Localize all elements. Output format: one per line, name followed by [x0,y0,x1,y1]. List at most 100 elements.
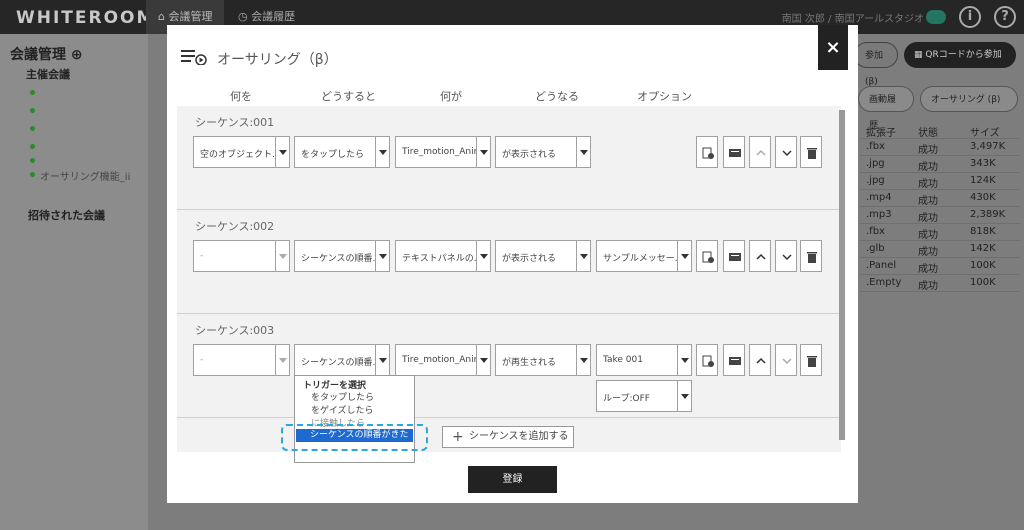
column-header-target: 何が [440,90,462,103]
what-dropdown[interactable]: 空のオブジェクト... [193,136,290,168]
table-row[interactable]: .Panel 成功 100K [860,258,1020,275]
chevron-up-icon [756,357,766,364]
chevron-down-icon [375,345,389,375]
info-icon[interactable]: i [959,6,981,28]
chevron-down-icon [782,358,792,365]
trigger-option[interactable]: をタップしたら [311,390,374,403]
loop-dropdown[interactable]: ループ:OFF [596,380,692,412]
table-row[interactable]: .Empty 成功 100K [860,275,1020,292]
trash-icon [807,252,817,263]
authoring-button[interactable]: オーサリング (β) [920,86,1018,112]
move-up-button[interactable] [749,344,771,376]
trash-icon [807,148,817,159]
move-down-button[interactable] [775,240,797,272]
delete-button[interactable] [800,240,822,272]
media-icon [729,253,741,261]
what-dropdown[interactable]: - [193,344,290,376]
invited-meetings-heading: 招待された会議 [28,209,105,222]
sequence-003: シーケンス:003 - シーケンスの順番... Tire_motion_Anim… [177,314,841,418]
authoring-icon [181,50,207,65]
chevron-down-icon [476,137,490,167]
table-row[interactable]: .jpg 成功 343K [860,156,1020,173]
tab-label: 会議管理 [168,10,213,23]
result-dropdown[interactable]: が再生される [495,344,591,376]
join-button[interactable]: 参加 (β) [854,42,898,87]
result-dropdown[interactable]: が表示される [495,240,591,272]
delete-button[interactable] [800,136,822,168]
table-row[interactable]: .fbx 成功 3,497K [860,139,1020,156]
target-dropdown[interactable]: Tire_motion_Anim... [395,344,491,376]
status-toggle[interactable] [926,10,946,24]
move-down-button[interactable] [775,344,797,376]
qr-join-button[interactable]: ▦ QRコードから参加 [904,42,1016,68]
delete-button[interactable] [800,344,822,376]
add-note-button[interactable] [696,240,718,272]
add-note-button[interactable] [696,344,718,376]
highlight-marker [281,424,428,451]
add-sequence-button[interactable]: + シーケンスを追加する [442,426,574,448]
trigger-option[interactable]: をゲイズしたら [311,403,374,416]
what-dropdown[interactable]: - [193,240,290,272]
app-logo: WHITEROOM [16,8,156,28]
chevron-down-icon [476,241,490,271]
column-header-action: どうすると [321,90,376,103]
close-button[interactable]: × [818,25,848,70]
option-dropdown[interactable]: サンプルメッセー... [596,240,692,272]
chevron-down-icon [782,254,792,261]
user-name: 南国 次郎 / 南国アールスタジオ [781,14,924,25]
chevron-down-icon [275,137,289,167]
sequence-title: シーケンス:003 [195,324,275,337]
sidebar-item-authoring[interactable]: オーサリング機能_ii [29,168,130,183]
sidebar-title: 会議管理 ⊕ [10,47,83,63]
chevron-down-icon [476,345,490,375]
move-up-button[interactable] [749,240,771,272]
table-row[interactable]: .mp3 成功 2,389K [860,207,1020,224]
chevron-up-icon [756,253,766,260]
target-dropdown[interactable]: Tire_motion_Anim... [395,136,491,168]
sequence-002: シーケンス:002 - シーケンスの順番... テキストパネルの... が表示さ… [177,210,841,314]
trash-icon [807,356,817,367]
column-header-what: 何を [230,90,252,103]
table-row[interactable]: .jpg 成功 124K [860,173,1020,190]
add-note-icon [702,251,714,263]
move-up-button[interactable] [749,136,771,168]
plus-icon: + [452,429,464,445]
media-button[interactable] [723,240,745,272]
move-down-button[interactable] [775,136,797,168]
history-button[interactable]: 画動履歴 [858,86,914,131]
media-button[interactable] [723,344,745,376]
target-dropdown[interactable]: テキストパネルの... [395,240,491,272]
chevron-down-icon [576,241,590,271]
sequence-list: シーケンス:001 空のオブジェクト... をタップしたら Tire_motio… [177,106,841,452]
add-circle-icon[interactable]: ⊕ [71,47,83,63]
home-icon: ⌂ [158,10,169,23]
action-dropdown[interactable]: をタップしたら [294,136,390,168]
media-button[interactable] [723,136,745,168]
sequence-title: シーケンス:001 [195,116,275,129]
result-dropdown[interactable]: が表示される [495,136,591,168]
chevron-down-icon [375,241,389,271]
chevron-down-icon [576,345,590,375]
sidebar: 会議管理 ⊕ 主催会議 オーサリング機能_ii 招待された会議 [0,34,148,530]
chevron-down-icon [782,150,792,157]
help-icon[interactable]: ? [994,6,1016,28]
table-row[interactable]: .mp4 成功 430K [860,190,1020,207]
add-note-icon [702,355,714,367]
tab-label: 会議履歴 [251,10,296,23]
register-button[interactable]: 登録 [468,466,557,493]
chevron-down-icon [275,241,289,271]
media-icon [729,149,741,157]
option-dropdown[interactable]: Take 001 [596,344,692,376]
authoring-modal: オーサリング（β） × 何を どうすると 何が どうなる オプション シーケンス… [167,25,858,503]
add-note-button[interactable] [696,136,718,168]
hosted-meetings-heading: 主催会議 [26,68,70,81]
table-row[interactable]: .fbx 成功 818K [860,224,1020,241]
sequence-001: シーケンス:001 空のオブジェクト... をタップしたら Tire_motio… [177,106,841,210]
table-header: 拡張子 状態 サイズ [860,122,1020,139]
action-dropdown[interactable]: シーケンスの順番... [294,240,390,272]
chevron-down-icon [677,381,691,411]
action-dropdown[interactable]: シーケンスの順番... [294,344,390,376]
column-header-option: オプション [637,90,692,103]
scrollbar[interactable] [839,110,845,440]
table-row[interactable]: .glb 成功 142K [860,241,1020,258]
